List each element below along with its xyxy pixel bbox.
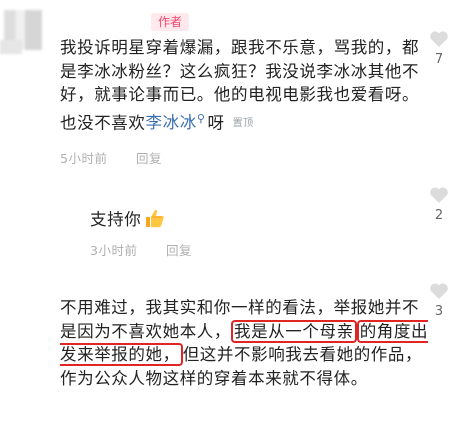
comment-3-text: 不用难过，我其实和你一样的看法，举报她并不是因为不喜欢她本人， 我是从一个母亲 的角… xyxy=(60,296,430,390)
comment-2-body: 支持你 xyxy=(90,210,142,229)
avatar-shadow xyxy=(0,40,22,54)
comment-1-meta: 5小时前 回复 xyxy=(60,148,162,167)
author-badge: 作者 xyxy=(151,13,189,31)
comment-1-tail: 呀 xyxy=(207,113,225,132)
heart-icon[interactable] xyxy=(429,186,449,204)
comment-2-meta: 3小时前 回复 xyxy=(90,240,192,259)
like-count: 7 xyxy=(434,52,444,67)
heart-icon[interactable] xyxy=(429,30,449,48)
comment-2-time: 3小时前 xyxy=(90,243,138,258)
comment-2-text: 支持你 xyxy=(90,208,165,232)
like-button[interactable]: 3 xyxy=(424,282,454,319)
comment-1-time: 5小时前 xyxy=(60,151,108,166)
highlight-box: 我是从一个母亲 xyxy=(231,319,357,343)
reply-button[interactable]: 回复 xyxy=(166,243,192,258)
pin-label: 置顶 xyxy=(232,117,254,129)
like-count: 2 xyxy=(434,208,444,223)
like-count: 3 xyxy=(434,304,444,319)
like-button[interactable]: 2 xyxy=(424,186,454,223)
like-button[interactable]: 7 xyxy=(424,30,454,67)
heart-icon[interactable] xyxy=(429,282,449,300)
comment-1-link[interactable]: 李冰冰⚲ xyxy=(146,112,208,133)
reply-button[interactable]: 回复 xyxy=(136,151,162,166)
link-text[interactable]: 李冰冰 xyxy=(146,113,197,132)
comment-1-text: 我投诉明星穿着爆漏，跟我不乐意，骂我的，都是李冰冰粉丝？这么疯狂？我没说李冰冰其… xyxy=(60,36,420,135)
search-icon[interactable]: ⚲ xyxy=(197,107,206,131)
thumbs-up-icon xyxy=(143,208,165,228)
